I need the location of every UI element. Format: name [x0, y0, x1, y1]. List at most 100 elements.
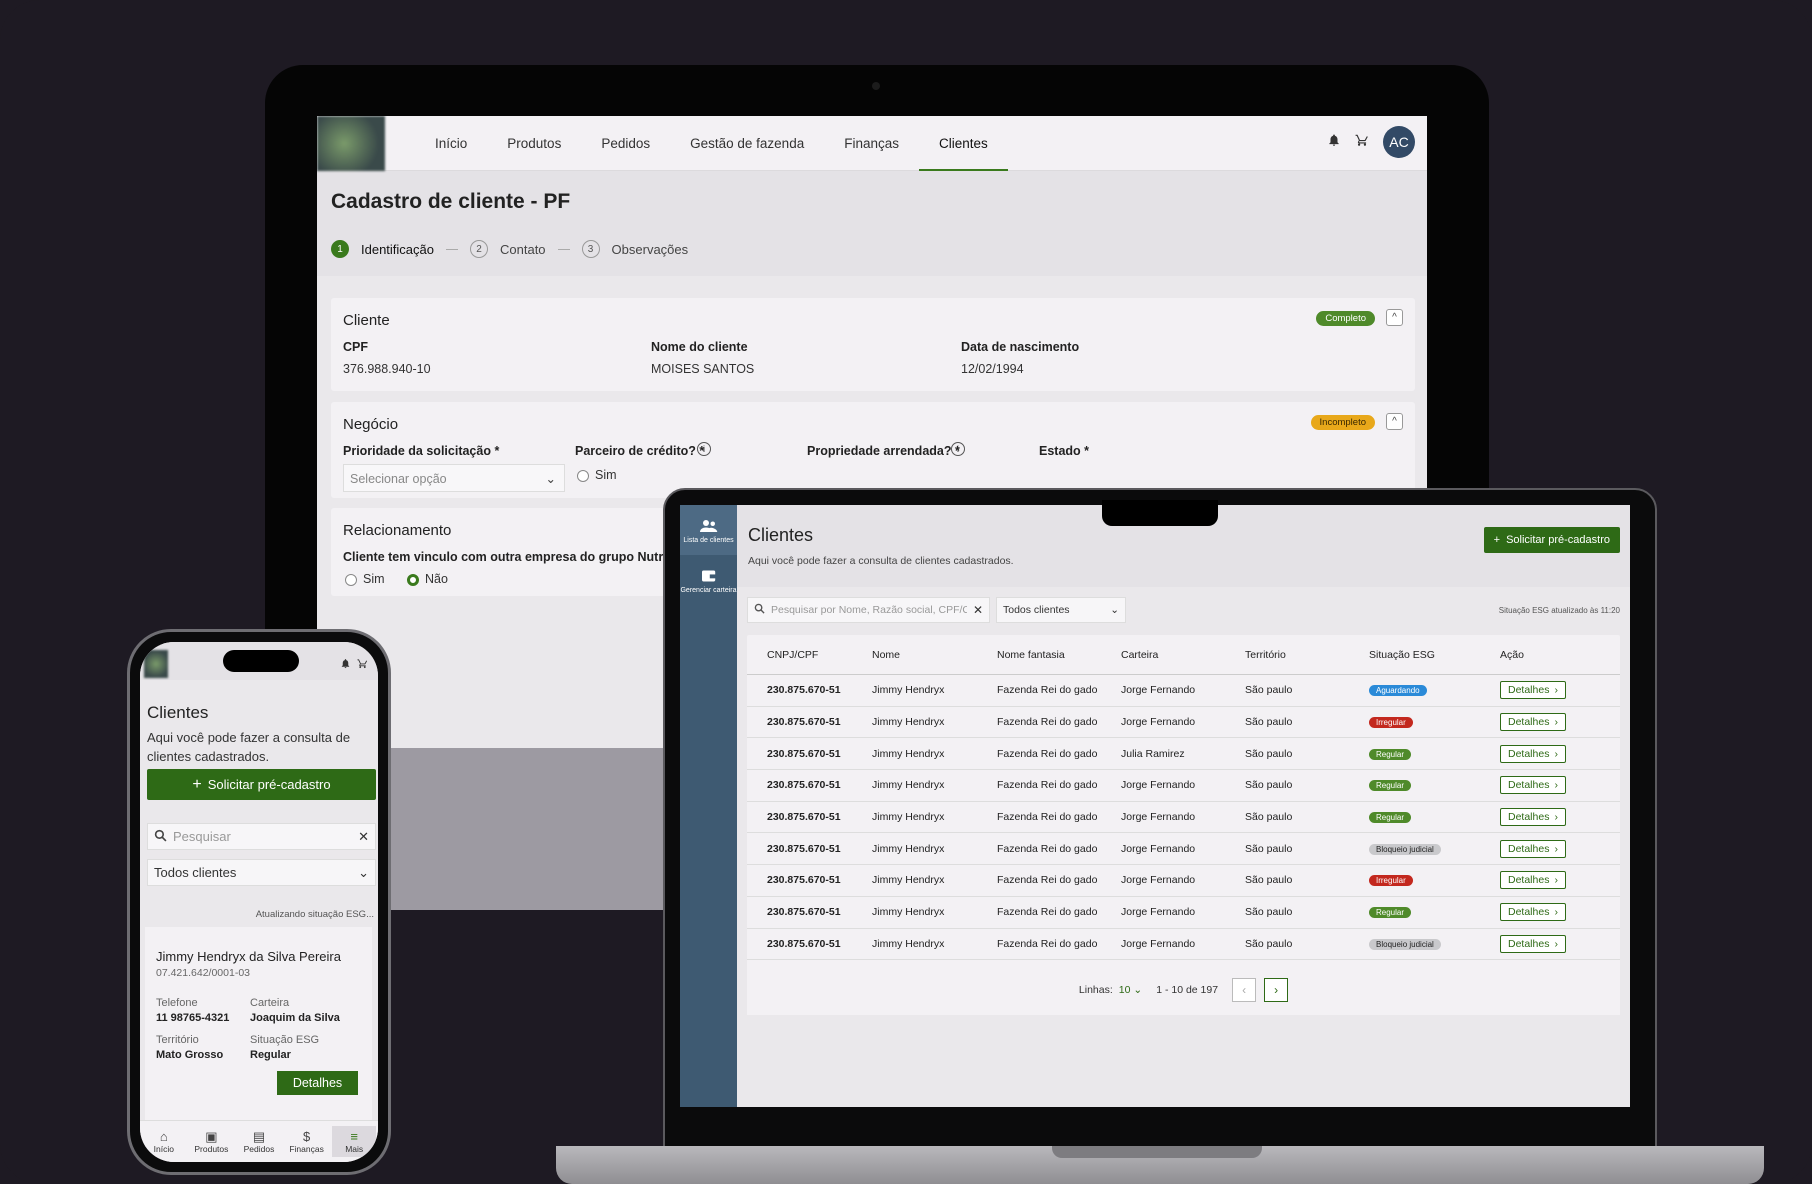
nav-item-produtos[interactable]: Produtos — [487, 116, 581, 171]
bell-icon[interactable] — [340, 658, 351, 672]
bell-icon[interactable] — [1327, 133, 1341, 152]
chevron-up-icon: ^ — [1392, 312, 1397, 323]
nav-item-financas[interactable]: Finanças — [824, 116, 919, 171]
nav-item-gestao-de-fazenda[interactable]: Gestão de fazenda — [670, 116, 824, 171]
step-label-contato[interactable]: Contato — [500, 242, 546, 257]
client-card: Jimmy Hendryx da Silva Pereira 07.421.64… — [145, 927, 372, 1147]
step-label-observacoes[interactable]: Observações — [612, 242, 689, 257]
table-cell-nome: Jimmy Hendryx — [872, 779, 945, 792]
card-title: Cliente — [343, 312, 390, 329]
estado-label: Estado * — [1039, 444, 1090, 458]
bottom-nav-pedidos[interactable]: ▤ Pedidos — [237, 1126, 281, 1157]
table-cell-esg: Regular — [1369, 748, 1500, 760]
solicitar-pre-cadastro-button[interactable]: + Solicitar pré-cadastro — [147, 769, 376, 800]
table-row[interactable]: 230.875.670-51 Jimmy Hendryx Fazenda Rei d… — [747, 929, 1620, 961]
close-icon[interactable]: ✕ — [358, 829, 369, 845]
bottom-nav-produtos[interactable]: ▣ Produtos — [189, 1126, 233, 1157]
rows-per-page-select[interactable]: 10 ⌄ — [1119, 984, 1142, 996]
table-cell-acao: Detalhes › — [1500, 903, 1620, 922]
column-header[interactable]: Nome — [872, 649, 997, 661]
sidebar-item-gerenciar-carteira[interactable]: Gerenciar carteira — [680, 555, 737, 605]
detalhes-button[interactable]: Detalhes › — [1500, 776, 1566, 795]
bottom-nav-mais[interactable]: ≡ Mais — [332, 1126, 377, 1157]
prioridade-label: Prioridade da solicitação * — [343, 444, 500, 458]
client-filter-select[interactable]: Todos clientes ⌄ — [996, 597, 1126, 623]
box-icon: ▣ — [205, 1129, 218, 1144]
detalhes-button[interactable]: Detalhes — [277, 1071, 358, 1095]
prev-page-button[interactable]: ‹ — [1232, 978, 1257, 1002]
step-label-identificacao[interactable]: Identificação — [361, 242, 434, 257]
table-row[interactable]: 230.875.670-51 Jimmy Hendryx Fazenda Rei d… — [747, 865, 1620, 897]
nav-item-pedidos[interactable]: Pedidos — [581, 116, 670, 171]
close-icon[interactable]: ✕ — [973, 603, 983, 617]
table-row[interactable]: 230.875.670-51 Jimmy Hendryx Fazenda Rei d… — [747, 675, 1620, 707]
detalhes-button[interactable]: Detalhes › — [1500, 744, 1566, 763]
table-cell-fantasia: Fazenda Rei do gado — [997, 811, 1098, 824]
nome-label: Nome do cliente — [651, 340, 748, 354]
bottom-nav-financas[interactable]: $ Finanças — [285, 1126, 329, 1157]
vinculo-option-sim[interactable]: Sim — [345, 572, 385, 586]
table-cell-doc: 230.875.670-51 — [767, 842, 841, 855]
table-cell-territorio: São paulo — [1245, 874, 1293, 887]
vinculo-option-nao[interactable]: Não — [407, 572, 448, 586]
table-row[interactable]: 230.875.670-51 Jimmy Hendryx Fazenda Rei d… — [747, 707, 1620, 739]
next-page-button[interactable]: › — [1264, 978, 1289, 1002]
detalhes-button[interactable]: Detalhes › — [1500, 934, 1566, 953]
column-header[interactable]: Situação ESG — [1369, 649, 1500, 661]
search-icon — [754, 603, 765, 617]
nav-item-clientes[interactable]: Clientes — [919, 116, 1008, 171]
top-navbar: Início Produtos Pedidos Gestão de fazend… — [317, 116, 1427, 171]
detalhes-button[interactable]: Detalhes › — [1500, 839, 1566, 858]
table-row[interactable]: 230.875.670-51 Jimmy Hendryx Fazenda Rei d… — [747, 897, 1620, 929]
search-input[interactable]: Pesquisar ✕ — [147, 823, 376, 850]
table-row[interactable]: 230.875.670-51 Jimmy Hendryx Fazenda Rei d… — [747, 833, 1620, 866]
cpf-label: CPF — [343, 340, 368, 354]
prioridade-select[interactable]: Selecionar opção ⌄ — [343, 464, 565, 492]
cart-icon[interactable] — [1355, 133, 1369, 152]
table-cell-carteira: Jorge Fernando — [1121, 684, 1196, 697]
carteira-value: Joaquim da Silva — [250, 1012, 340, 1024]
bottom-nav-inicio[interactable]: ⌂ Início — [142, 1126, 186, 1157]
page-subtitle: Aqui você pode fazer a consulta de clien… — [748, 555, 1014, 567]
detalhes-button[interactable]: Detalhes › — [1500, 808, 1566, 827]
table-cell-acao: Detalhes › — [1500, 681, 1620, 700]
detalhes-button[interactable]: Detalhes › — [1500, 871, 1566, 890]
laptop-base — [556, 1146, 1764, 1184]
table-row[interactable]: 230.875.670-51 Jimmy Hendryx Fazenda Rei d… — [747, 770, 1620, 802]
collapse-button[interactable]: ^ — [1386, 309, 1403, 326]
detalhes-button[interactable]: Detalhes › — [1500, 681, 1566, 700]
nav-item-inicio[interactable]: Início — [415, 116, 487, 171]
column-header[interactable]: Carteira — [1121, 649, 1245, 661]
sidebar-item-label: Gerenciar carteira — [680, 587, 737, 594]
table-cell-acao: Detalhes › — [1500, 808, 1620, 827]
chevron-left-icon: ‹ — [1242, 983, 1247, 997]
search-input[interactable]: Pesquisar por Nome, Razão social, CPF/CN… — [747, 597, 990, 623]
info-icon[interactable]: i — [951, 442, 965, 456]
table-row[interactable]: 230.875.670-51 Jimmy Hendryx Fazenda Rei d… — [747, 802, 1620, 834]
chevron-right-icon: › — [1554, 937, 1558, 950]
info-icon[interactable]: i — [697, 442, 711, 456]
avatar[interactable]: AC — [1383, 126, 1415, 158]
card-title: Negócio — [343, 416, 399, 433]
detalhes-button[interactable]: Detalhes › — [1500, 713, 1566, 732]
brand-logo[interactable] — [317, 116, 385, 171]
solicitar-pre-cadastro-button[interactable]: + Solicitar pré-cadastro — [1483, 527, 1620, 553]
sidebar-item-lista-de-clientes[interactable]: Lista de clientes — [680, 505, 737, 555]
column-header[interactable]: Território — [1245, 649, 1369, 661]
table-cell-acao: Detalhes › — [1500, 713, 1620, 732]
collapse-button[interactable]: ^ — [1386, 413, 1403, 430]
table-cell-nome: Jimmy Hendryx — [872, 937, 945, 950]
nav-label: Produtos — [194, 1144, 229, 1154]
laptop-groove — [1052, 1146, 1262, 1158]
column-header[interactable]: Nome fantasia — [997, 649, 1121, 661]
brand-logo[interactable] — [144, 650, 168, 678]
step-divider — [557, 248, 570, 250]
detalhes-button[interactable]: Detalhes › — [1500, 903, 1566, 922]
esg-value: Regular — [250, 1049, 291, 1061]
cart-icon[interactable] — [357, 658, 368, 672]
column-header[interactable]: CNPJ/CPF — [747, 649, 872, 661]
table-row[interactable]: 230.875.670-51 Jimmy Hendryx Fazenda Rei d… — [747, 738, 1620, 771]
parceiro-option[interactable]: Sim — [577, 468, 617, 482]
client-filter-select[interactable]: Todos clientes ⌄ — [147, 859, 376, 886]
table-cell-territorio: São paulo — [1245, 684, 1293, 697]
